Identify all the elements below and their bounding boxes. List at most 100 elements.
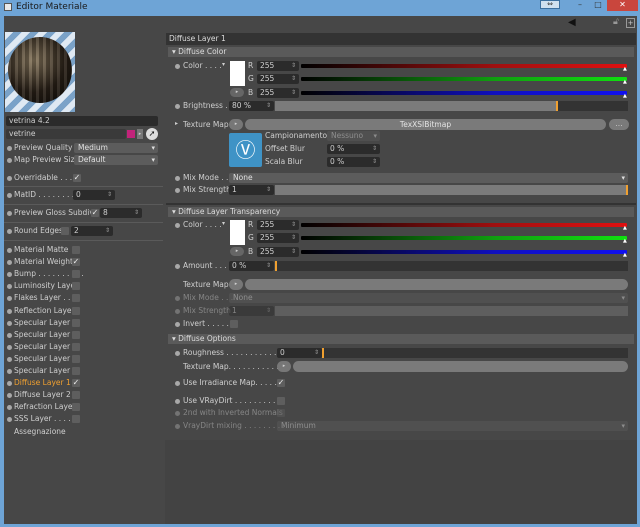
pick-cursor-icon[interactable]: ➚: [146, 128, 158, 140]
back-arrow-icon[interactable]: ◀: [568, 17, 576, 28]
options-texture-button[interactable]: [293, 361, 628, 372]
layer-item[interactable]: Reflection Layer: [14, 306, 75, 316]
slider-handle-icon[interactable]: ▲: [623, 79, 627, 85]
round-edges-checkbox[interactable]: [61, 227, 69, 235]
amount-field[interactable]: 0 %: [229, 261, 274, 271]
slider-handle-icon[interactable]: ▲: [623, 225, 627, 231]
keyframe-dot-icon[interactable]: [7, 229, 12, 234]
mix-strength-slider[interactable]: [275, 185, 628, 195]
layer-checkbox[interactable]: [72, 403, 80, 412]
transparency-mix-strength-field[interactable]: 1: [229, 306, 274, 316]
texture-play-button[interactable]: ▸: [229, 279, 243, 290]
expand-arrow-icon[interactable]: ▸: [175, 120, 178, 127]
layer-checkbox[interactable]: [72, 246, 80, 254]
map-preview-size-dropdown[interactable]: Default: [74, 155, 158, 165]
layer-checkbox[interactable]: [72, 282, 80, 291]
keyframe-dot-icon[interactable]: [175, 381, 180, 386]
layer-checkbox[interactable]: [72, 391, 80, 400]
keyframe-dot-icon[interactable]: [175, 411, 180, 416]
layer-checkbox[interactable]: [72, 342, 80, 351]
maximize-button[interactable]: □: [590, 0, 606, 11]
channel-g-field[interactable]: 255: [257, 233, 299, 244]
roughness-slider[interactable]: [322, 348, 628, 358]
keyframe-dot-icon[interactable]: [175, 399, 180, 404]
texture-map-button[interactable]: TexXSIBitmap: [245, 119, 606, 130]
channel-r-slider[interactable]: [301, 223, 627, 227]
color-menu-arrow-icon[interactable]: ▾: [222, 220, 225, 227]
transparency-texture-button[interactable]: [245, 279, 628, 290]
slider-handle-icon[interactable]: ▲: [623, 66, 627, 72]
lock-icon[interactable]: 🔓︎: [613, 17, 619, 27]
inverted-normals-checkbox[interactable]: [277, 409, 285, 417]
slider-handle[interactable]: [555, 101, 558, 111]
matid-field[interactable]: 0: [73, 190, 115, 200]
channel-r-field[interactable]: 255: [257, 61, 299, 71]
vraydirt-checkbox[interactable]: [277, 397, 285, 405]
layer-checkbox[interactable]: [72, 294, 80, 303]
keyframe-dot-icon[interactable]: [7, 320, 12, 326]
preview-gloss-field[interactable]: 8: [100, 208, 142, 218]
keyframe-dot-icon[interactable]: [7, 356, 12, 362]
channel-g-slider[interactable]: [301, 236, 627, 241]
keyframe-dot-icon[interactable]: [175, 424, 180, 429]
minimize-button[interactable]: –: [572, 0, 588, 11]
channel-r-field[interactable]: 255: [257, 220, 299, 230]
keyframe-dot-icon[interactable]: [7, 332, 12, 338]
color-menu-arrow-icon[interactable]: ▾: [222, 61, 225, 68]
transparency-mix-strength-slider[interactable]: [275, 306, 628, 316]
color-picker-button[interactable]: ▸: [230, 247, 244, 256]
slider-handle-icon[interactable]: ▲: [623, 238, 627, 244]
layer-item[interactable]: Luminosity Layer: [14, 281, 78, 291]
keyframe-dot-icon[interactable]: [7, 344, 12, 350]
scala-blur-field[interactable]: 0 %: [327, 157, 380, 167]
keyframe-dot-icon[interactable]: [175, 351, 180, 356]
roughness-field[interactable]: 0: [277, 348, 322, 358]
amount-slider[interactable]: [275, 261, 628, 271]
material-preview[interactable]: [5, 32, 75, 112]
campionamento-dropdown[interactable]: Nessuno: [327, 131, 380, 141]
round-edges-field[interactable]: 2: [71, 226, 113, 236]
slider-handle-icon[interactable]: ▲: [623, 93, 627, 99]
assegnazione-label[interactable]: Assegnazione: [14, 427, 66, 437]
slider-handle[interactable]: [322, 348, 324, 358]
layer-checkbox[interactable]: ✓: [72, 379, 80, 388]
channel-b-field[interactable]: 255: [257, 87, 299, 98]
expand-arrow-icon[interactable]: ▸: [137, 129, 143, 139]
resize-icon[interactable]: ⇔: [540, 0, 560, 9]
slider-handle[interactable]: [626, 185, 628, 195]
new-window-icon[interactable]: +: [626, 18, 635, 28]
color-picker-button[interactable]: ▸: [230, 88, 244, 97]
layer-checkbox[interactable]: [72, 415, 80, 424]
texture-play-button[interactable]: ▸: [229, 119, 243, 130]
layer-item[interactable]: Flakes Layer . . . .: [14, 293, 80, 303]
keyframe-dot-icon[interactable]: [175, 64, 180, 69]
keyframe-dot-icon[interactable]: [7, 211, 12, 216]
layer-checkbox[interactable]: [72, 318, 80, 327]
section-diffuse-color[interactable]: ▾ Diffuse Color: [168, 47, 634, 57]
layer-checkbox[interactable]: [72, 270, 80, 279]
layer-item[interactable]: Specular Layer 1: [14, 318, 77, 328]
layer-item[interactable]: Material Matte: [14, 245, 68, 255]
layer-item[interactable]: SSS Layer . . . . . .: [14, 414, 80, 424]
material-name-field[interactable]: vetrina 4.2: [6, 116, 158, 126]
transparency-mix-mode-dropdown[interactable]: None: [229, 293, 628, 303]
channel-b-field[interactable]: 255: [257, 246, 299, 257]
preview-gloss-checkbox[interactable]: ✓: [91, 209, 99, 217]
layer-name-field[interactable]: vetrine: [6, 129, 126, 139]
layer-item[interactable]: Specular Layer 5: [14, 366, 77, 376]
keyframe-dot-icon[interactable]: [175, 176, 180, 181]
keyframe-dot-icon[interactable]: [7, 248, 12, 253]
keyframe-dot-icon[interactable]: [175, 322, 180, 327]
keyframe-dot-icon[interactable]: [7, 369, 12, 374]
texture-more-button[interactable]: ...: [609, 119, 629, 130]
keyframe-dot-icon[interactable]: [7, 158, 12, 163]
layer-item[interactable]: Material Weight: [14, 257, 73, 267]
layer-item[interactable]: Specular Layer 3: [14, 342, 77, 352]
layer-item[interactable]: Specular Layer 2: [14, 330, 77, 340]
keyframe-dot-icon[interactable]: [175, 223, 180, 228]
keyframe-dot-icon[interactable]: [175, 104, 180, 109]
layer-item[interactable]: Refraction Layer: [14, 402, 76, 412]
keyframe-dot-icon[interactable]: [175, 296, 180, 301]
layer-item[interactable]: Diffuse Layer 2: [14, 390, 71, 400]
diffuse-color-swatch[interactable]: [230, 61, 245, 86]
